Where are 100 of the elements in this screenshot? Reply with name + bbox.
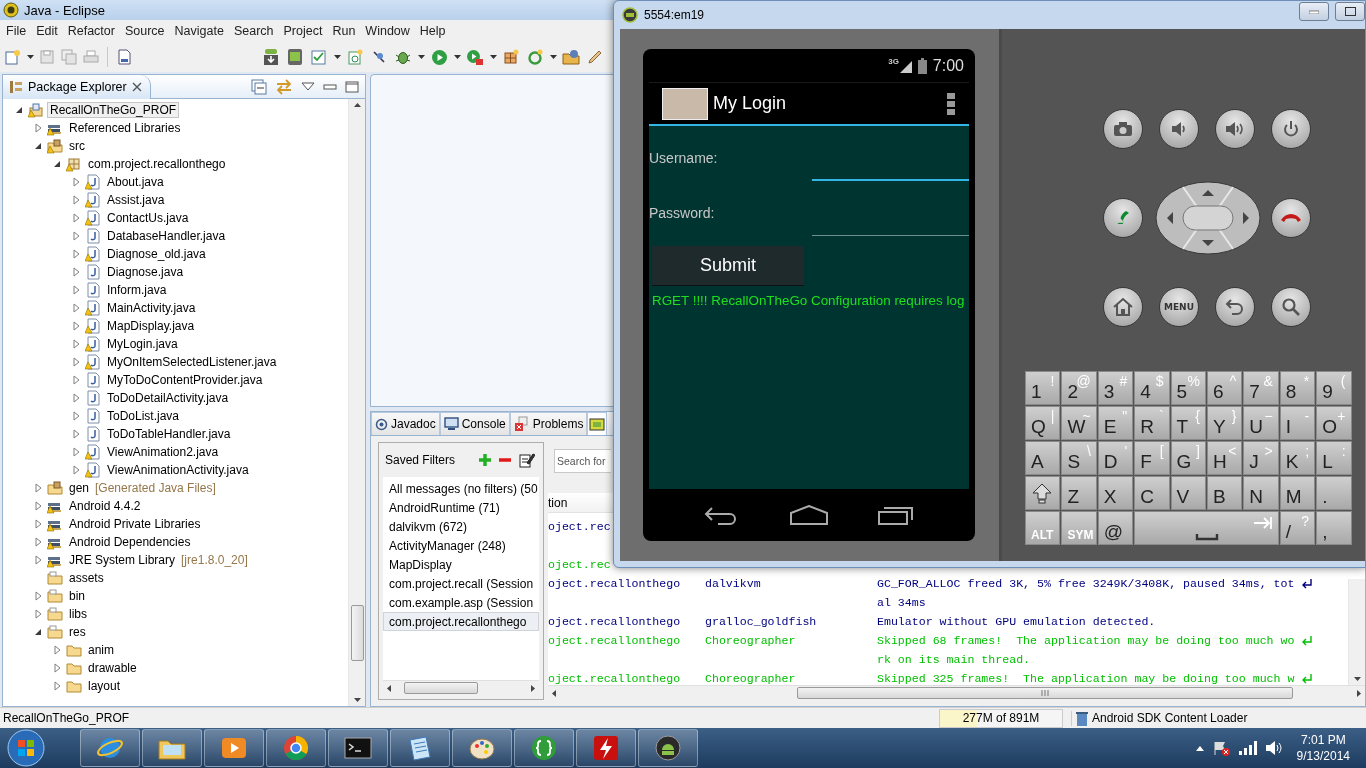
tree-item[interactable]: MyToDoContentProvider.java: [104, 372, 266, 388]
keyboard-key[interactable]: @: [1097, 511, 1134, 545]
collapsed-arrow-icon[interactable]: [32, 482, 44, 494]
edit-icon[interactable]: [519, 452, 535, 468]
call-button[interactable]: [1103, 198, 1143, 238]
keyboard-key[interactable]: U−: [1243, 406, 1279, 440]
tree-item[interactable]: JRE System Library: [66, 552, 179, 568]
menu-item[interactable]: Help: [414, 24, 451, 38]
menu-item[interactable]: Navigate: [169, 24, 229, 38]
taskbar-button[interactable]: [390, 729, 450, 767]
shift-key[interactable]: [1025, 476, 1061, 510]
filter-item[interactable]: dalvikvm (672): [383, 517, 539, 536]
scrollbar[interactable]: [348, 99, 365, 706]
tree-item[interactable]: ToDoList.java: [104, 408, 183, 424]
keyboard-key[interactable]: V: [1170, 476, 1206, 510]
collapsed-arrow-icon[interactable]: [70, 428, 82, 440]
collapsed-arrow-icon[interactable]: [32, 590, 44, 602]
taskbar-button[interactable]: [576, 729, 636, 767]
filter-item[interactable]: MapDisplay: [383, 555, 539, 574]
tree-item[interactable]: MyLogin.java: [104, 336, 181, 352]
toolbar-button[interactable]: [465, 47, 485, 67]
collapsed-arrow-icon[interactable]: [70, 446, 82, 458]
signal-bars-icon[interactable]: [1238, 741, 1257, 755]
link-arrows-icon[interactable]: [275, 78, 293, 95]
collapsed-arrow-icon[interactable]: [32, 554, 44, 566]
column-header[interactable]: tion: [548, 495, 568, 510]
collapsed-arrow-icon[interactable]: [70, 392, 82, 404]
clock[interactable]: 7:01 PM 9/13/2014: [1296, 732, 1350, 764]
tree-item[interactable]: gen: [66, 480, 93, 496]
taskbar-button[interactable]: [266, 729, 326, 767]
toolbar-button[interactable]: [261, 47, 281, 67]
keyboard-key[interactable]: M: [1279, 476, 1316, 510]
collapsed-arrow-icon[interactable]: [70, 248, 82, 260]
scroll-thumb[interactable]: [350, 604, 364, 661]
collapsed-arrow-icon[interactable]: [70, 374, 82, 386]
toolbar-button[interactable]: [285, 47, 305, 67]
collapsed-arrow-icon[interactable]: [70, 338, 82, 350]
view-tab[interactable]: [587, 412, 608, 435]
menu-item[interactable]: Project: [278, 24, 328, 38]
collapsed-arrow-icon[interactable]: [70, 464, 82, 476]
collapsed-arrow-icon[interactable]: [70, 230, 82, 242]
collapsed-arrow-icon[interactable]: [70, 410, 82, 422]
tree-item[interactable]: Diagnose.java: [104, 264, 187, 280]
taskbar-button[interactable]: [142, 729, 202, 767]
keyboard-key[interactable]: I -: [1279, 406, 1316, 440]
home-button[interactable]: [1103, 287, 1143, 327]
view-menu-icon[interactable]: [301, 81, 315, 92]
menu-item[interactable]: File: [1, 24, 32, 38]
keyboard-key[interactable]: 9 (: [1316, 371, 1352, 405]
collapsed-arrow-icon[interactable]: [70, 194, 82, 206]
flag-icon[interactable]: [1212, 740, 1231, 756]
end-call-button[interactable]: [1271, 198, 1311, 238]
taskbar-button[interactable]: [80, 729, 140, 767]
keyboard-key[interactable]: Z: [1061, 476, 1097, 510]
keyboard-key[interactable]: K ;: [1279, 441, 1316, 475]
tree-item[interactable]: ViewAnimation2.java: [104, 444, 222, 460]
keyboard-key[interactable]: .: [1316, 476, 1352, 510]
volume-up-button[interactable]: [1215, 109, 1255, 149]
tree-item[interactable]: Inform.java: [104, 282, 170, 298]
taskbar-button[interactable]: [328, 729, 388, 767]
dpad[interactable]: [1155, 181, 1261, 255]
collapsed-arrow-icon[interactable]: [51, 662, 63, 674]
keyboard-key[interactable]: / ?: [1279, 511, 1316, 545]
view-tab[interactable]: Problems: [509, 412, 588, 435]
collapsed-arrow-icon[interactable]: [70, 266, 82, 278]
filter-item[interactable]: All messages (no filters) (50: [383, 479, 539, 498]
volume-down-button[interactable]: [1159, 109, 1199, 149]
filter-item[interactable]: ActivityManager (248): [383, 536, 539, 555]
tree-item[interactable]: drawable: [85, 660, 140, 676]
menu-item[interactable]: Edit: [31, 24, 63, 38]
collapsed-arrow-icon[interactable]: [32, 500, 44, 512]
taskbar-button[interactable]: [514, 729, 574, 767]
tree-item[interactable]: res: [66, 624, 89, 640]
keyboard-key[interactable]: T {: [1170, 406, 1206, 440]
keyboard-key[interactable]: Q |: [1025, 406, 1061, 440]
power-button[interactable]: [1271, 109, 1311, 149]
keyboard-key[interactable]: 3 #: [1097, 371, 1134, 405]
menu-item[interactable]: Window: [360, 24, 415, 38]
space-key[interactable]: [1134, 511, 1279, 545]
tree-item[interactable]: ViewAnimationActivity.java: [104, 462, 252, 478]
minimize-icon[interactable]: [323, 81, 337, 92]
overflow-menu-icon[interactable]: [947, 91, 955, 116]
keyboard-key[interactable]: R `: [1134, 406, 1170, 440]
keyboard-key[interactable]: 5%: [1170, 371, 1206, 405]
keyboard-key[interactable]: Y }: [1206, 406, 1243, 440]
view-tab[interactable]: Javadoc: [371, 412, 440, 435]
keyboard-key[interactable]: W~: [1061, 406, 1097, 440]
view-tab[interactable]: Package Explorer: [3, 74, 151, 99]
taskbar-button[interactable]: [204, 729, 264, 767]
tree-item[interactable]: About.java: [104, 174, 167, 190]
home-icon[interactable]: [790, 505, 828, 525]
keyboard-key[interactable]: D ': [1097, 441, 1134, 475]
minimize-button[interactable]: [1299, 1, 1329, 21]
filter-item[interactable]: com.project.recall (Session: [383, 574, 539, 593]
tree-item[interactable]: RecallOnTheGo_PROF: [47, 102, 180, 118]
keyboard-key[interactable]: ,: [1316, 511, 1352, 545]
search-button[interactable]: [1271, 287, 1311, 327]
toolbar-button[interactable]: [501, 47, 521, 67]
collapsed-arrow-icon[interactable]: [51, 644, 63, 656]
collapsed-arrow-icon[interactable]: [32, 536, 44, 548]
